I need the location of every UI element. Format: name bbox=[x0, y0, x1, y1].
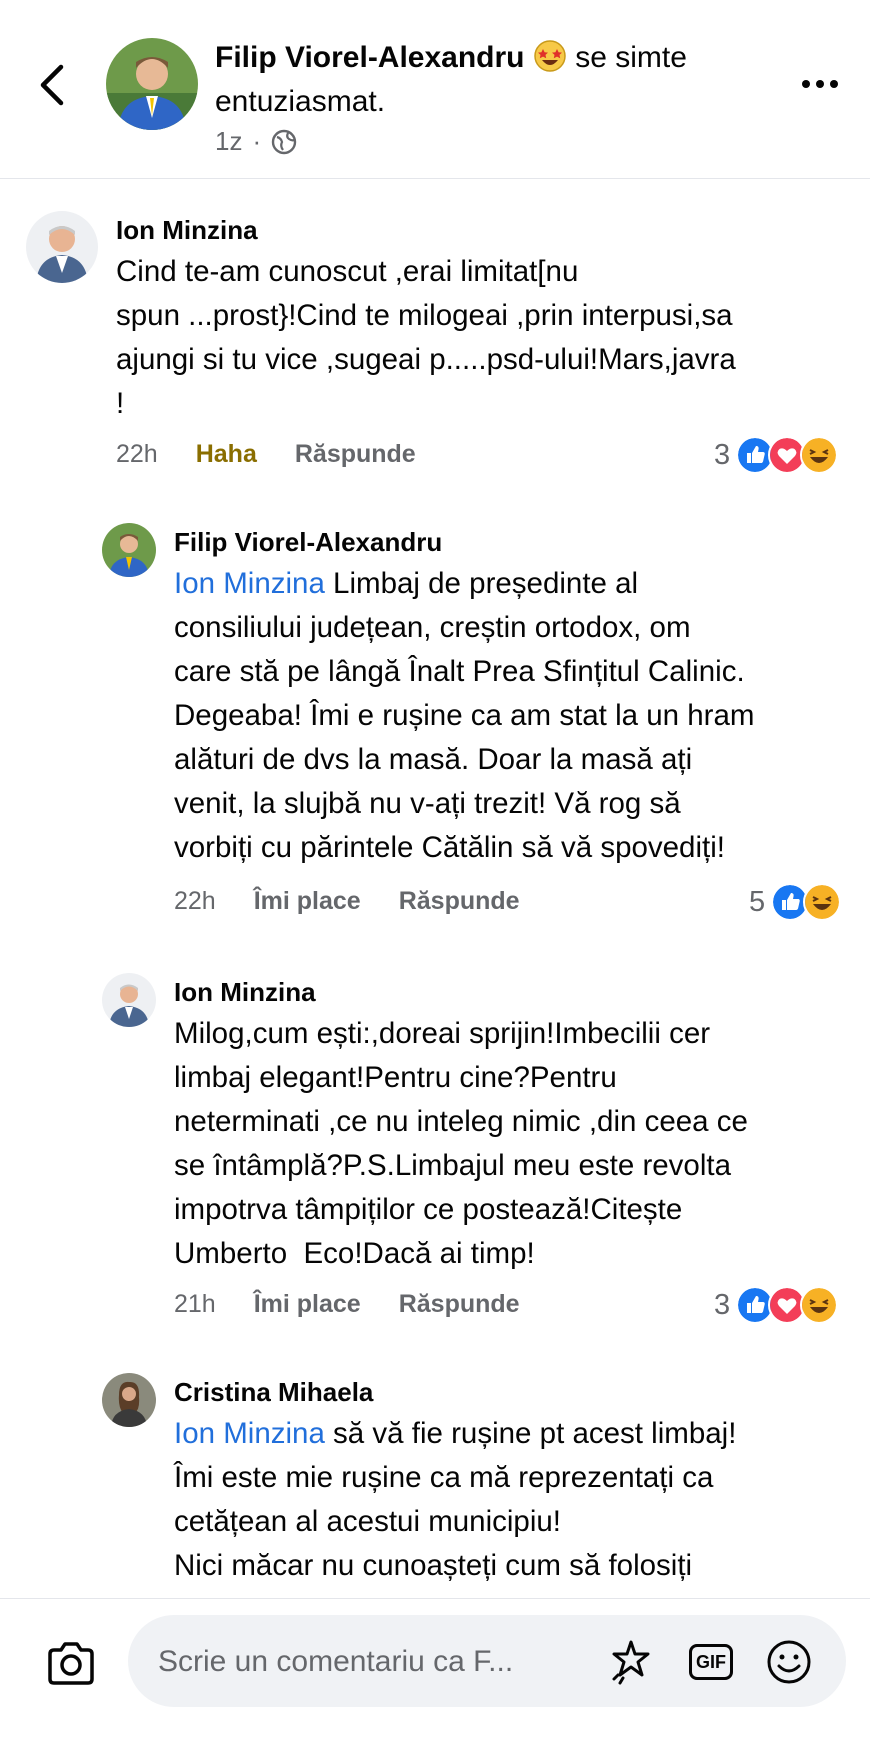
smiley-icon[interactable] bbox=[764, 1637, 814, 1687]
reply-comment: Ion Minzina Milog,cum ești:,doreai sprij… bbox=[0, 955, 870, 1315]
reaction-count: 3 bbox=[714, 438, 731, 471]
comment-input-wrapper: GIF bbox=[128, 1615, 846, 1707]
reply-button[interactable]: Răspunde bbox=[399, 1290, 520, 1319]
commenter-avatar[interactable] bbox=[26, 211, 98, 283]
comment-text: Ion Minzina să vă fie rușine pt acest li… bbox=[174, 1412, 860, 1588]
haha-reaction-button[interactable]: Haha bbox=[196, 440, 257, 469]
comment-actions: 22h Îmi place Răspunde bbox=[174, 887, 520, 916]
reaction-count: 5 bbox=[749, 885, 766, 918]
like-button[interactable]: Îmi place bbox=[254, 887, 361, 916]
like-button[interactable]: Îmi place bbox=[254, 1290, 361, 1319]
dot bbox=[830, 80, 838, 88]
post-header-text: Filip Viorel-Alexandru se simte entuzias… bbox=[215, 36, 775, 124]
commenter-avatar[interactable] bbox=[102, 523, 156, 577]
reaction-summary[interactable]: 3 bbox=[714, 1286, 839, 1324]
mention-link[interactable]: Ion Minzina bbox=[174, 567, 325, 600]
comment-time[interactable]: 21h bbox=[174, 1290, 216, 1319]
sticker-icon[interactable] bbox=[606, 1637, 656, 1687]
camera-icon[interactable] bbox=[44, 1637, 98, 1691]
post-header: Filip Viorel-Alexandru se simte entuzias… bbox=[0, 0, 870, 179]
mention-link[interactable]: Ion Minzina bbox=[174, 1417, 325, 1450]
reply-comment: Filip Viorel-Alexandru Ion Minzina Limba… bbox=[0, 500, 870, 920]
commenter-name[interactable]: Filip Viorel-Alexandru bbox=[174, 526, 442, 558]
comment-composer: GIF bbox=[0, 1598, 870, 1751]
comment-text: Ion Minzina Limbaj de președinte al cons… bbox=[174, 562, 860, 870]
comment-input[interactable] bbox=[156, 1637, 620, 1687]
dot bbox=[802, 80, 810, 88]
reply-comment: Cristina Mihaela Ion Minzina să vă fie r… bbox=[0, 1355, 870, 1595]
commenter-name[interactable]: Ion Minzina bbox=[116, 214, 258, 246]
comment-text: Milog,cum ești:,doreai sprijin!Imbecilii… bbox=[174, 1017, 748, 1270]
gif-label: GIF bbox=[689, 1644, 733, 1680]
haha-icon bbox=[800, 1286, 839, 1324]
comment-actions: 22h Haha Răspunde bbox=[116, 440, 416, 469]
comment: Ion Minzina Cind te-am cunoscut ,erai li… bbox=[0, 180, 870, 480]
chevron-left-icon bbox=[40, 64, 64, 106]
haha-icon bbox=[800, 436, 839, 474]
comment-body: Limbaj de președinte al consiliului jude… bbox=[174, 567, 755, 864]
comment-time[interactable]: 22h bbox=[174, 887, 216, 916]
commenter-name[interactable]: Cristina Mihaela bbox=[174, 1376, 373, 1408]
comment-actions: 21h Îmi place Răspunde bbox=[174, 1290, 520, 1319]
commenter-name[interactable]: Ion Minzina bbox=[174, 976, 316, 1008]
gif-button[interactable]: GIF bbox=[686, 1637, 736, 1687]
commenter-avatar[interactable] bbox=[102, 973, 156, 1027]
more-options-button[interactable] bbox=[802, 80, 838, 88]
comment-time[interactable]: 22h bbox=[116, 440, 158, 469]
back-button[interactable] bbox=[32, 60, 72, 110]
reply-button[interactable]: Răspunde bbox=[295, 440, 416, 469]
reaction-summary[interactable]: 5 bbox=[749, 883, 842, 921]
globe-icon bbox=[271, 129, 297, 154]
post-meta: 1z · bbox=[215, 126, 297, 157]
commenter-avatar[interactable] bbox=[102, 1373, 156, 1427]
haha-icon bbox=[803, 883, 842, 921]
reaction-count: 3 bbox=[714, 1288, 731, 1321]
post-time[interactable]: 1z bbox=[215, 126, 242, 157]
comment-text: Cind te-am cunoscut ,erai limitat[nu spu… bbox=[116, 255, 736, 420]
meta-separator: · bbox=[252, 126, 262, 156]
star-struck-emoji-icon bbox=[534, 40, 566, 72]
dot bbox=[816, 80, 824, 88]
author-name[interactable]: Filip Viorel-Alexandru bbox=[215, 41, 525, 74]
author-avatar[interactable] bbox=[106, 38, 198, 130]
reaction-summary[interactable]: 3 bbox=[714, 436, 839, 474]
reply-button[interactable]: Răspunde bbox=[399, 887, 520, 916]
